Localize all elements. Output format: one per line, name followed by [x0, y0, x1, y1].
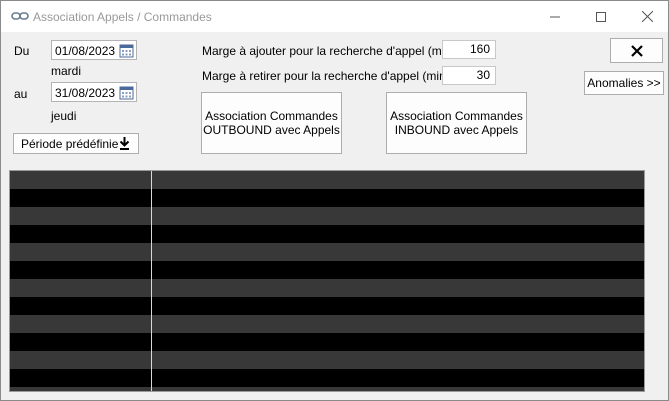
- add-margin-input[interactable]: 160: [442, 40, 496, 59]
- remove-margin-label: Marge à retirer pour la recherche d'appe…: [202, 69, 450, 83]
- grid-row[interactable]: [10, 261, 644, 279]
- outbound-line2: OUTBOUND avec Appels: [203, 123, 340, 137]
- results-grid[interactable]: [9, 170, 645, 392]
- grid-row[interactable]: [10, 171, 644, 189]
- download-arrow-icon: [119, 137, 130, 153]
- add-margin-label: Marge à ajouter pour la recherche d'appe…: [202, 44, 456, 58]
- column-divider[interactable]: [151, 171, 152, 391]
- to-label: au: [14, 87, 28, 101]
- window-title: Association Appels / Commandes: [33, 10, 212, 24]
- close-window-button[interactable]: [624, 1, 669, 32]
- to-date-value: 31/08/2023: [55, 86, 116, 100]
- calendar-icon[interactable]: [119, 43, 134, 58]
- link-icon: [11, 10, 29, 22]
- from-day-label: mardi: [51, 64, 82, 78]
- grid-row[interactable]: [10, 315, 644, 333]
- from-date-value: 01/08/2023: [55, 44, 116, 58]
- outbound-line1: Association Commandes: [205, 109, 338, 123]
- from-label: Du: [14, 44, 30, 58]
- grid-row[interactable]: [10, 297, 644, 315]
- maximize-button[interactable]: [578, 1, 624, 32]
- minimize-button[interactable]: [532, 1, 578, 32]
- remove-margin-input[interactable]: 30: [442, 66, 496, 85]
- title-bar[interactable]: Association Appels / Commandes: [1, 1, 668, 32]
- grid-row[interactable]: [10, 189, 644, 207]
- to-day-label: jeudi: [51, 109, 77, 123]
- calendar-icon[interactable]: [119, 85, 134, 100]
- grid-row[interactable]: [10, 279, 644, 297]
- to-date-field[interactable]: 31/08/2023: [51, 82, 137, 102]
- close-icon: [630, 44, 643, 57]
- grid-row[interactable]: [10, 207, 644, 225]
- predefined-period-label: Période prédéfinie: [21, 136, 119, 151]
- main-window: Association Appels / Commandes Du 01/08/…: [0, 0, 669, 401]
- predefined-period-button[interactable]: Période prédéfinie: [13, 133, 139, 154]
- associate-outbound-button[interactable]: Association Commandes OUTBOUND avec Appe…: [201, 92, 342, 154]
- minimize-icon: [550, 16, 560, 17]
- grid-row[interactable]: [10, 225, 644, 243]
- grid-row[interactable]: [10, 243, 644, 261]
- inbound-line2: INBOUND avec Appels: [394, 123, 519, 137]
- close-button[interactable]: [610, 38, 663, 63]
- associate-inbound-button[interactable]: Association Commandes INBOUND avec Appel…: [386, 92, 527, 154]
- grid-row[interactable]: [10, 369, 644, 387]
- grid-row[interactable]: [10, 333, 644, 351]
- close-icon: [641, 11, 653, 22]
- grid-row[interactable]: [10, 387, 644, 391]
- inbound-line1: Association Commandes: [390, 109, 523, 123]
- anomalies-button[interactable]: Anomalies >>: [584, 71, 664, 95]
- maximize-icon: [596, 11, 606, 22]
- from-date-field[interactable]: 01/08/2023: [51, 40, 137, 60]
- grid-row[interactable]: [10, 351, 644, 369]
